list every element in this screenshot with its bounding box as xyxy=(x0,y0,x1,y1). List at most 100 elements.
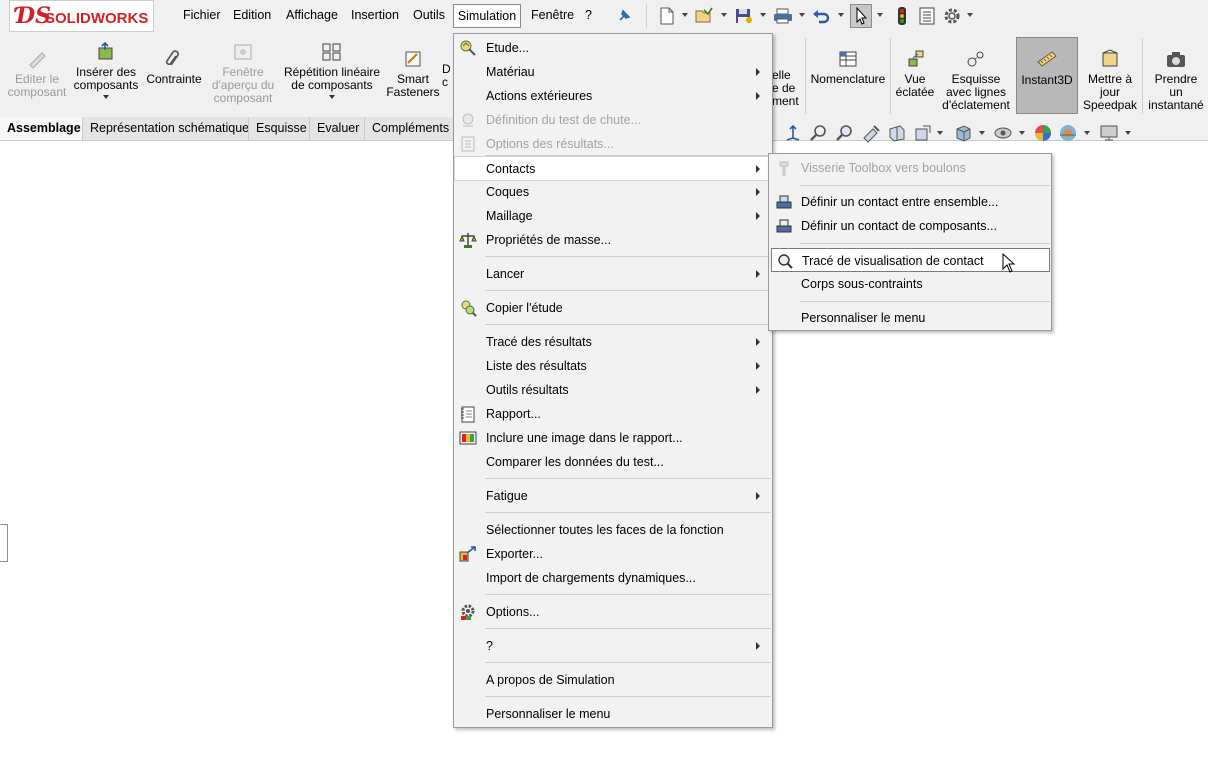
menu-item-drop-test-definition[interactable]: Définition du test de chute... xyxy=(454,108,772,132)
menu-item-help[interactable]: ? xyxy=(454,634,772,658)
menu-help[interactable]: ? xyxy=(585,8,592,22)
menu-item-result-plots[interactable]: Tracé des résultats xyxy=(454,330,772,354)
traffic-light-icon[interactable] xyxy=(892,6,912,26)
menu-fichier[interactable]: Fichier xyxy=(183,8,221,22)
explode-line-sketch-button[interactable]: Esquisse avec lignes d'éclatement xyxy=(939,49,1013,112)
result-options-icon xyxy=(459,135,477,153)
display-style-dropdown-arrow[interactable] xyxy=(979,131,985,135)
tab-schematic-representation[interactable]: Représentation schématique xyxy=(82,117,249,140)
take-snapshot-button[interactable]: Prendre un instantané xyxy=(1145,49,1207,112)
instant3d-toggle[interactable]: Instant3D xyxy=(1016,37,1078,114)
menu-item-report[interactable]: Rapport... xyxy=(454,402,772,426)
submenu-item-define-component-contact[interactable]: Définir un contact de composants... xyxy=(769,214,1051,238)
menu-item-maillage[interactable]: Maillage xyxy=(454,204,772,228)
menu-simulation[interactable]: Simulation xyxy=(453,4,521,28)
print-dropdown-arrow[interactable] xyxy=(799,13,805,17)
zoom-area-icon[interactable] xyxy=(835,123,855,143)
menu-item-about-simulation[interactable]: A propos de Simulation xyxy=(454,668,772,692)
zoom-to-fit-icon[interactable] xyxy=(809,123,829,143)
menu-item-label: Personnaliser le menu xyxy=(486,707,611,721)
submenu-item-customize-menu[interactable]: Personnaliser le menu xyxy=(769,306,1051,330)
menu-item-lancer[interactable]: Lancer xyxy=(454,262,772,286)
panel-collapse-handle[interactable] xyxy=(0,524,8,562)
tab-esquisse[interactable]: Esquisse xyxy=(248,117,309,140)
open-folder-icon[interactable] xyxy=(694,6,714,26)
menu-item-dynamic-load-import[interactable]: Import de chargements dynamiques... xyxy=(454,566,772,590)
menu-item-export[interactable]: Exporter... xyxy=(454,542,772,566)
menu-item-options[interactable]: Options... xyxy=(454,600,772,624)
submenu-item-underconstrained-bodies[interactable]: Corps sous-contraints xyxy=(769,272,1051,296)
save-icon[interactable] xyxy=(733,6,753,26)
select-dropdown-arrow[interactable] xyxy=(877,13,883,17)
settings-gear-icon[interactable] xyxy=(942,6,962,26)
component-preview-window-button[interactable]: Fenêtre d'aperçu du composant xyxy=(207,42,279,105)
save-dropdown-arrow[interactable] xyxy=(760,13,766,17)
solidworks-logo[interactable]: ƊS SOLIDWORKS xyxy=(9,0,154,32)
menu-insertion[interactable]: Insertion xyxy=(351,8,399,22)
open-dropdown-arrow[interactable] xyxy=(721,13,727,17)
settings-dropdown-arrow[interactable] xyxy=(967,13,973,17)
menu-item-compare-test-data[interactable]: Comparer les données du test... xyxy=(454,450,772,474)
file-properties-icon[interactable] xyxy=(917,6,937,26)
menu-item-actions-exterieures[interactable]: Actions extérieures xyxy=(454,84,772,108)
previous-view-icon[interactable] xyxy=(861,123,881,143)
tab-complements[interactable]: Compléments xyxy=(364,117,453,140)
view-dropdown-arrow[interactable] xyxy=(937,131,943,135)
submenu-item-toolbox-to-bolts[interactable]: Visserie Toolbox vers boulons xyxy=(769,156,1051,180)
new-document-icon[interactable] xyxy=(657,6,677,26)
print-icon[interactable] xyxy=(772,6,792,26)
edit-appearance-icon[interactable] xyxy=(1033,123,1053,143)
menu-item-copy-study[interactable]: Copier l'étude xyxy=(454,296,772,320)
section-view-icon[interactable] xyxy=(887,123,907,143)
partially-hidden-right-command[interactable]: elle e de ment xyxy=(772,69,800,108)
menu-item-coques[interactable]: Coques xyxy=(454,180,772,204)
menu-item-select-all-feature-faces[interactable]: Sélectionner toutes les faces de la fonc… xyxy=(454,518,772,542)
tab-assemblage[interactable]: Assemblage xyxy=(0,117,82,140)
menu-item-contacts[interactable]: Contacts xyxy=(454,156,772,181)
select-tool-button[interactable] xyxy=(850,4,872,28)
display-style-icon[interactable] xyxy=(953,123,973,143)
menu-item-customize-menu[interactable]: Personnaliser le menu xyxy=(454,702,772,726)
edit-component-button[interactable]: Editer le composant xyxy=(3,49,71,99)
menu-item-mass-properties[interactable]: Propriétés de masse... xyxy=(454,228,772,252)
menu-item-result-options[interactable]: Options des résultats... xyxy=(454,132,772,156)
submenu-item-define-contact-set[interactable]: Définir un contact entre ensemble... xyxy=(769,190,1051,214)
linear-pattern-dropdown-arrow[interactable] xyxy=(329,95,335,99)
view-settings-monitor-icon[interactable] xyxy=(1099,123,1119,143)
insert-components-button[interactable]: Insérer des composants xyxy=(71,41,141,99)
undo-dropdown-arrow[interactable] xyxy=(838,13,844,17)
exploded-view-button[interactable]: Vue éclatée xyxy=(893,49,937,99)
scene-dropdown-arrow[interactable] xyxy=(1084,131,1090,135)
pin-icon[interactable] xyxy=(614,6,634,26)
dynamic-annotation-icon[interactable] xyxy=(913,123,933,143)
menu-item-label: ? xyxy=(486,639,493,653)
hide-show-items-icon[interactable] xyxy=(993,123,1013,143)
smart-fasteners-button[interactable]: Smart Fasteners xyxy=(385,49,441,99)
undo-icon[interactable] xyxy=(811,6,831,26)
menu-fenetre[interactable]: Fenêtre xyxy=(531,8,574,22)
view-orientation-icon[interactable] xyxy=(783,123,803,143)
apply-scene-icon[interactable] xyxy=(1058,123,1078,143)
submenu-item-label: Personnaliser le menu xyxy=(801,311,926,325)
menu-item-include-image[interactable]: Inclure une image dans le rapport... xyxy=(454,426,772,450)
view-settings-dropdown-arrow[interactable] xyxy=(1125,131,1131,135)
preview-window-icon xyxy=(232,42,254,62)
new-dropdown-arrow[interactable] xyxy=(682,13,688,17)
exploded-view-icon xyxy=(904,49,926,69)
insert-components-dropdown-arrow[interactable] xyxy=(103,95,109,99)
menu-affichage[interactable]: Affichage xyxy=(286,8,338,22)
menu-outils[interactable]: Outils xyxy=(413,8,445,22)
menu-item-label: Fatigue xyxy=(486,489,528,503)
menu-item-fatigue[interactable]: Fatigue xyxy=(454,484,772,508)
update-speedpak-button[interactable]: Mettre à jour Speedpak xyxy=(1081,49,1139,112)
menu-edition[interactable]: Edition xyxy=(233,8,271,22)
menu-item-result-list[interactable]: Liste des résultats xyxy=(454,354,772,378)
tab-evaluer[interactable]: Evaluer xyxy=(309,117,364,140)
mate-button[interactable]: Contrainte xyxy=(143,49,205,86)
bill-of-materials-button[interactable]: Nomenclature xyxy=(809,49,887,86)
linear-component-pattern-button[interactable]: Répétition linéaire de composants xyxy=(280,42,384,99)
menu-item-materiau[interactable]: Matériau xyxy=(454,60,772,84)
hide-show-dropdown-arrow[interactable] xyxy=(1019,131,1025,135)
menu-item-etude[interactable]: Etude... xyxy=(454,36,772,60)
menu-item-result-tools[interactable]: Outils résultats xyxy=(454,378,772,402)
